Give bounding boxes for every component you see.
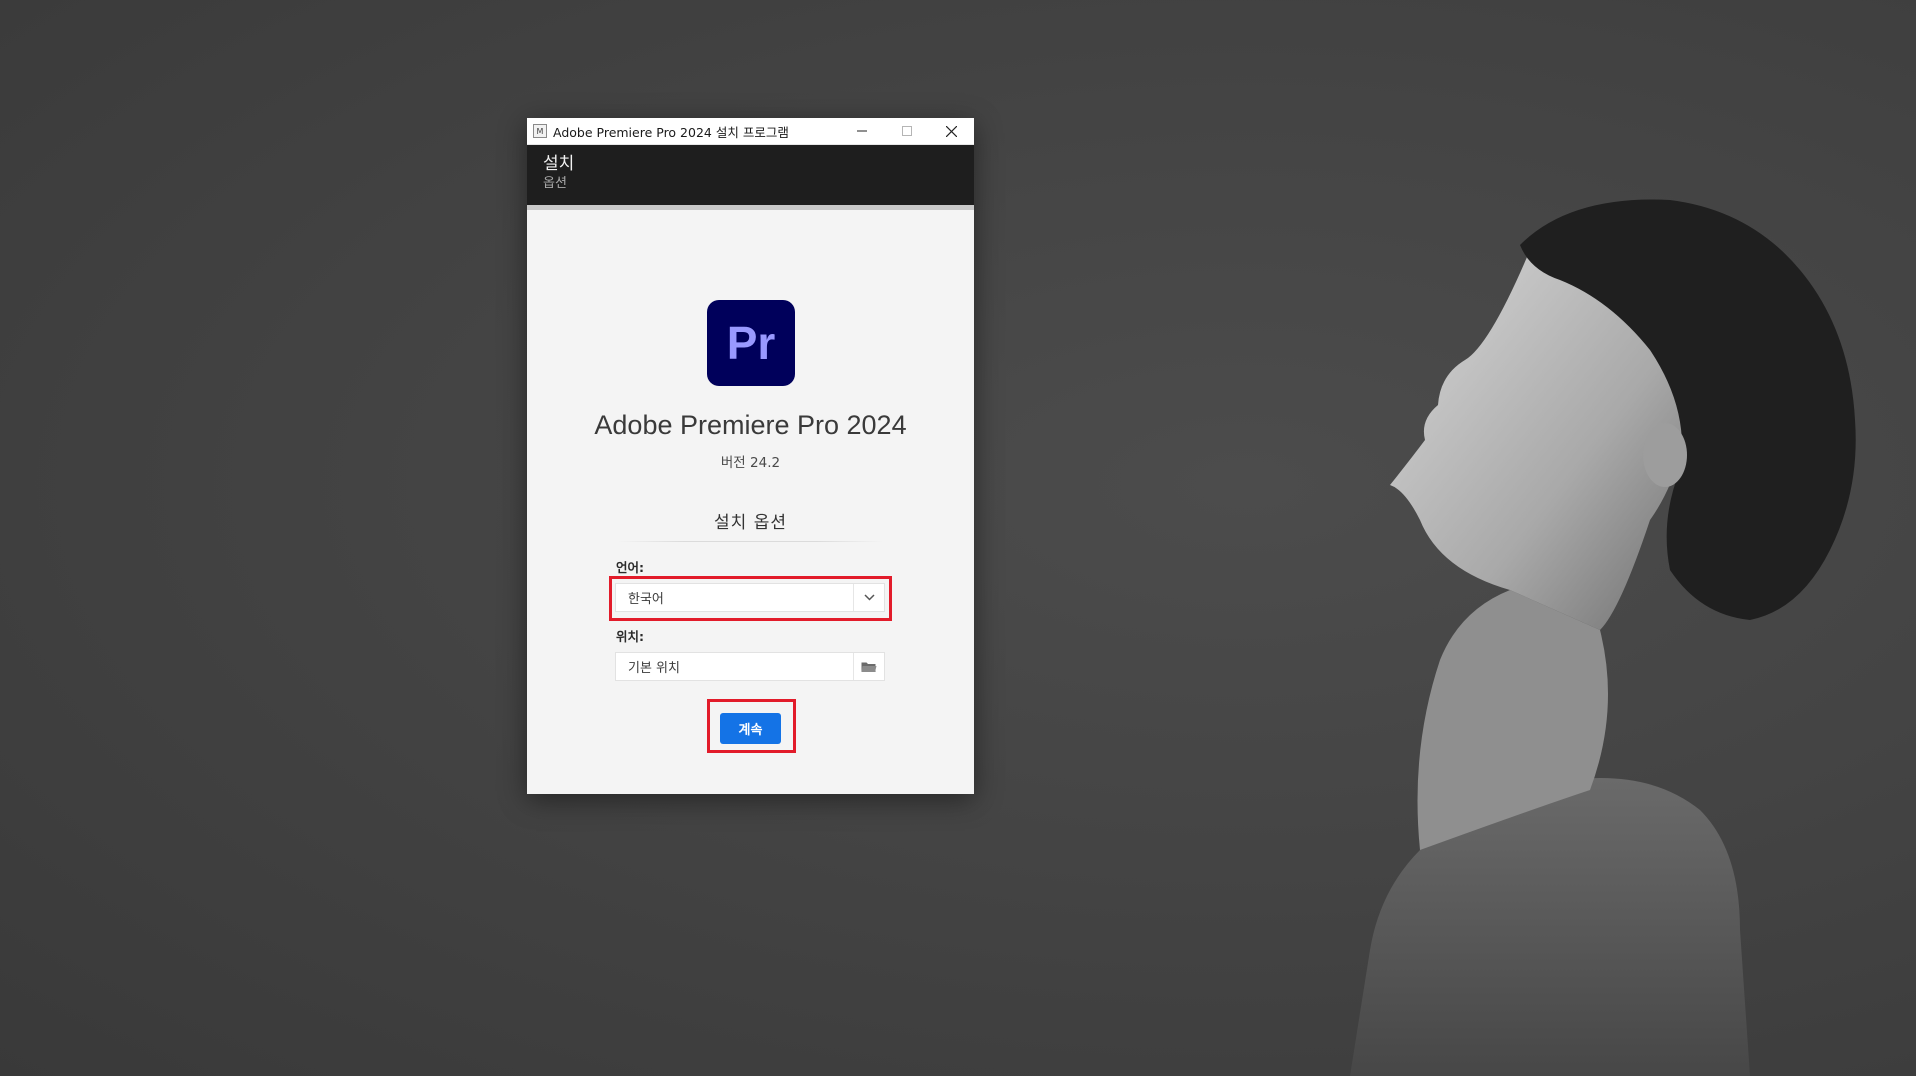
maximize-icon — [901, 126, 912, 136]
folder-icon — [861, 662, 877, 672]
minimize-icon — [856, 130, 867, 132]
header-title: 설치 — [543, 154, 575, 174]
window-titlebar[interactable]: M Adobe Premiere Pro 2024 설치 프로그램 — [527, 118, 974, 145]
section-title: 설치 옵션 — [714, 513, 787, 533]
location-field[interactable]: 기본 위치 — [615, 652, 885, 681]
language-select[interactable]: 한국어 — [615, 583, 885, 612]
installer-header: 설치 옵션 — [527, 145, 974, 205]
background-photo — [1350, 199, 1856, 1076]
installer-app-icon: M — [533, 124, 547, 138]
language-dropdown-toggle[interactable] — [853, 584, 884, 611]
product-name: Adobe Premiere Pro 2024 — [594, 410, 907, 440]
installer-content: Pr Adobe Premiere Pro 2024 버전 24.2 설치 옵션… — [527, 210, 974, 795]
minimize-button[interactable] — [839, 118, 884, 144]
close-icon — [946, 125, 957, 137]
window-controls — [839, 118, 974, 144]
chevron-down-icon — [863, 594, 875, 601]
header-subtitle: 옵션 — [543, 176, 567, 191]
location-label: 위치: — [616, 629, 644, 644]
language-value: 한국어 — [628, 592, 664, 607]
window-title: Adobe Premiere Pro 2024 설치 프로그램 — [553, 124, 789, 140]
location-value: 기본 위치 — [628, 661, 680, 676]
installer-window: M Adobe Premiere Pro 2024 설치 프로그램 설치 옵션 … — [527, 118, 974, 794]
product-version: 버전 24.2 — [720, 455, 781, 471]
language-label: 언어: — [616, 560, 644, 575]
section-divider — [617, 541, 884, 542]
browse-folder-button[interactable] — [853, 653, 884, 680]
maximize-button[interactable] — [884, 118, 929, 144]
logo-text: Pr — [726, 317, 776, 369]
premiere-pro-logo: Pr — [707, 300, 795, 386]
continue-button[interactable]: 계속 — [720, 713, 781, 744]
close-button[interactable] — [929, 118, 974, 144]
